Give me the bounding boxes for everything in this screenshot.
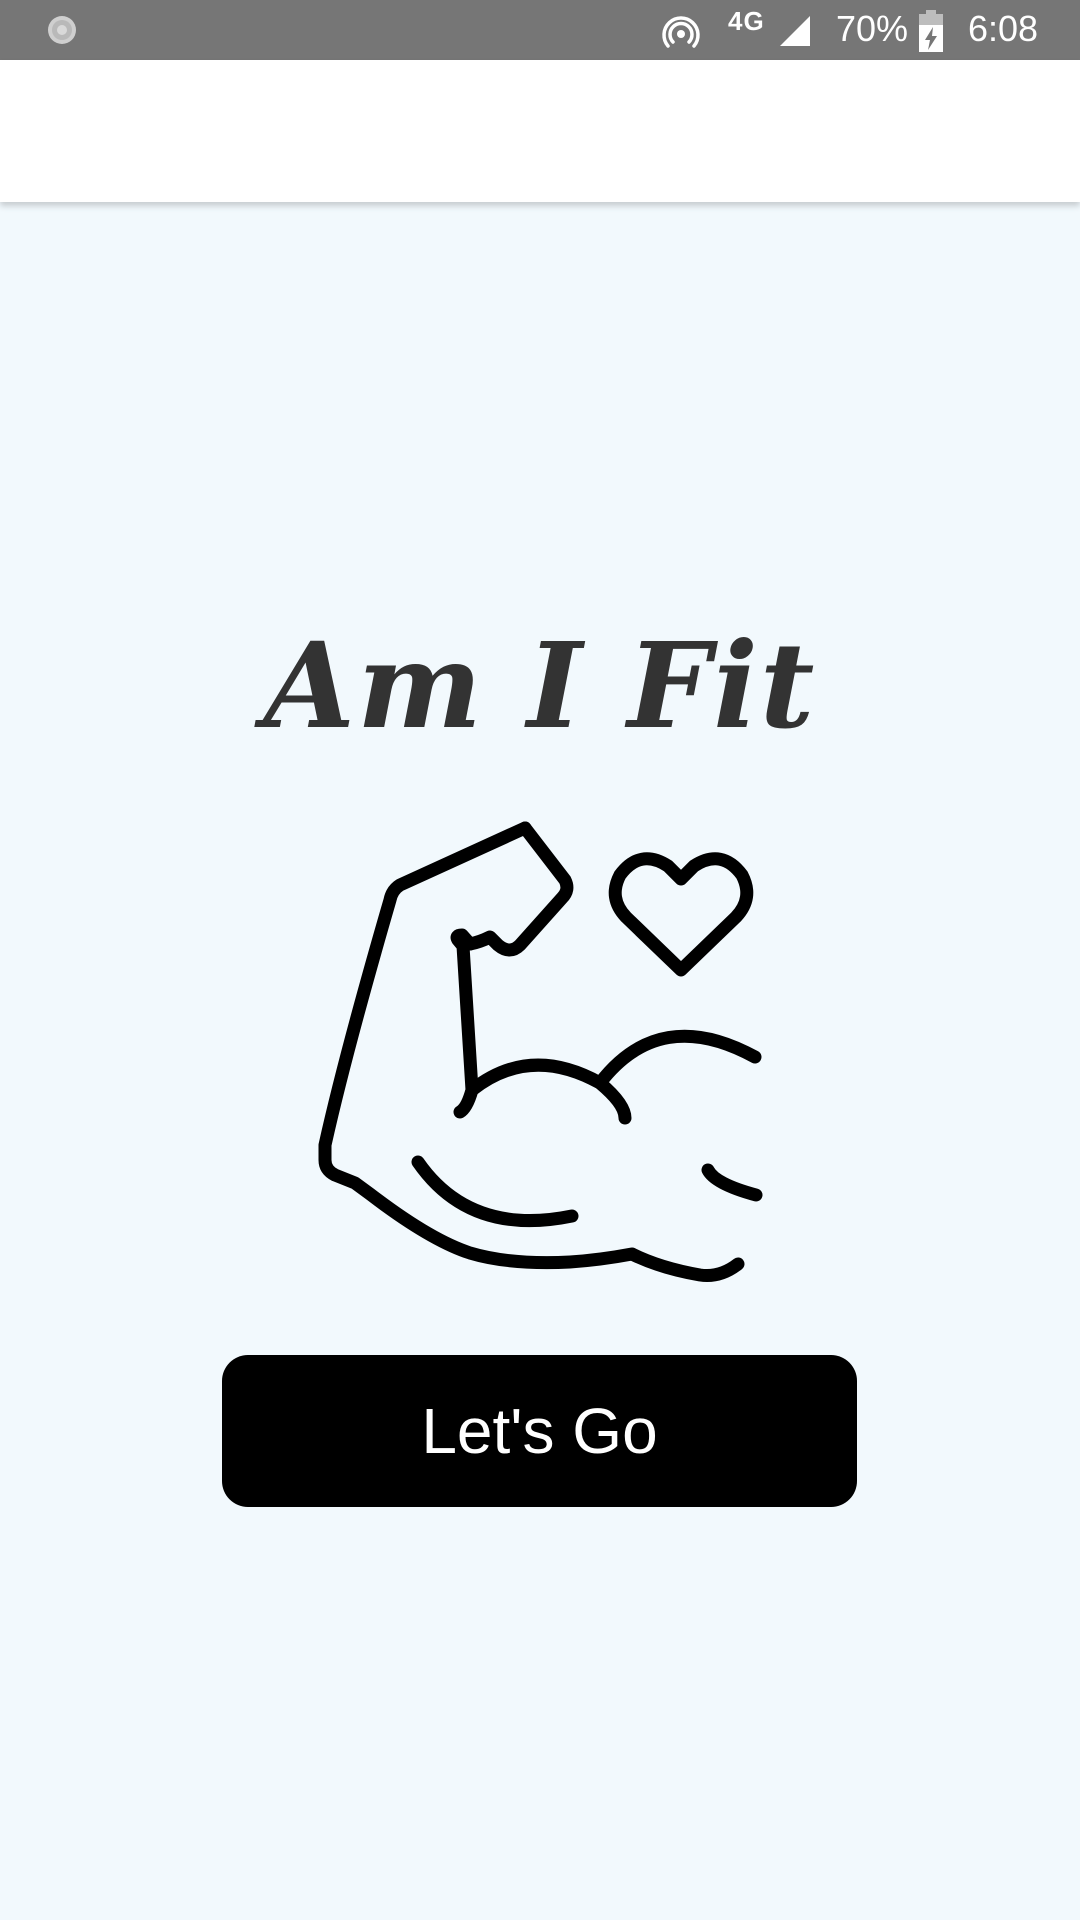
lets-go-button[interactable]: Let's Go [222,1355,857,1507]
heart-icon [608,852,754,977]
hotspot-icon [662,16,700,48]
battery-charging-icon [919,10,943,52]
status-bar: 4G 70% 6:08 [0,0,1080,60]
status-clock: 6:08 [968,8,1039,49]
battery-percent: 70% [836,8,909,49]
fit-illustration [318,821,763,1282]
network-type-label: 4G [728,6,765,36]
cellular-signal-icon [780,16,810,46]
loading-spinner-icon [48,16,76,44]
app-bar [0,60,1080,202]
flexed-arm-icon [318,821,763,1282]
app-title: Am I Fit [263,616,817,755]
